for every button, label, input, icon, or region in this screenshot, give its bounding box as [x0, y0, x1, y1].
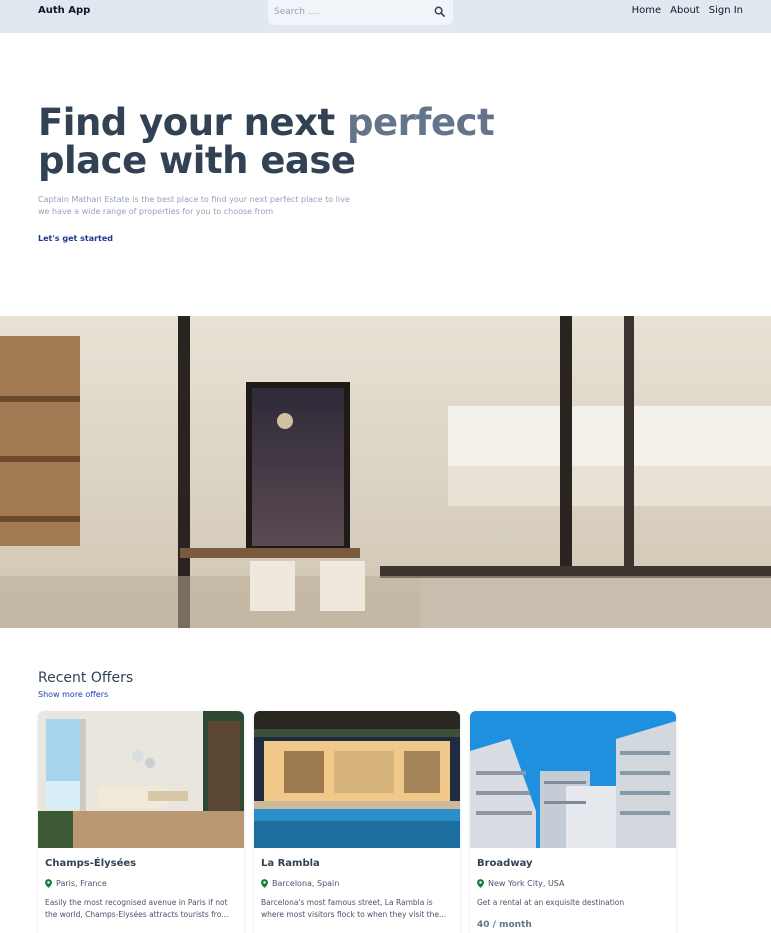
listing-description: Easily the most recognised avenue in Par… [45, 898, 229, 919]
buildings-photo [470, 711, 676, 848]
listing-location: Barcelona, Spain [261, 879, 339, 888]
listing-card[interactable]: La Rambla Barcelona, Spain Barcelona's m… [254, 711, 460, 933]
top-nav-bar: Auth App Home About Sign In [0, 0, 771, 33]
listing-location-text: Barcelona, Spain [272, 879, 340, 888]
listing-image[interactable] [38, 711, 244, 848]
hero-title-part2: place with ease [38, 139, 356, 182]
listing-name[interactable]: La Rambla [261, 858, 320, 869]
listing-name[interactable]: Champs-Élysées [45, 858, 136, 869]
search-icon[interactable] [434, 6, 445, 17]
listing-card[interactable]: Champs-Élysées Paris, France Easily the … [38, 711, 244, 933]
listing-location: New York City, USA [477, 879, 565, 888]
nav-links: Home About Sign In [632, 5, 743, 16]
app-logo[interactable]: Auth App [38, 5, 90, 16]
listing-location-text: Paris, France [56, 879, 107, 888]
hero-title: Find your next perfect place with ease [38, 101, 495, 182]
nav-about[interactable]: About [670, 5, 700, 16]
hero-subtitle: Captain Mathari Estate is the best place… [38, 194, 358, 218]
pool-house-photo [254, 711, 460, 848]
show-more-offers-link[interactable]: Show more offers [38, 690, 108, 699]
location-pin-icon [477, 879, 484, 888]
listing-description: Get a rental at an exquisite destination [477, 898, 625, 907]
hero-subtitle-line2: we have a wide range of properties for y… [38, 207, 274, 216]
hero-subtitle-line1: Captain Mathari Estate is the best place… [38, 195, 350, 204]
listing-image[interactable] [254, 711, 460, 848]
listing-card[interactable]: Broadway New York City, USA Get a rental… [470, 711, 676, 933]
search-box [268, 0, 453, 25]
location-pin-icon [45, 879, 52, 888]
listing-description: Barcelona's most famous street, La Rambl… [261, 898, 447, 919]
hero-title-accent: perfect [347, 101, 495, 144]
interior-photo [0, 316, 771, 628]
hero-title-part1: Find your next [38, 101, 348, 144]
nav-home[interactable]: Home [632, 5, 662, 16]
location-pin-icon [261, 879, 268, 888]
listing-price: 40 / month [477, 920, 532, 930]
living-room-photo [38, 711, 244, 848]
listing-image[interactable] [470, 711, 676, 848]
get-started-link[interactable]: Let's get started [38, 234, 113, 243]
listing-location-text: New York City, USA [488, 879, 565, 888]
search-input[interactable] [274, 5, 424, 19]
hero-banner-image [0, 316, 771, 628]
listing-location: Paris, France [45, 879, 107, 888]
recent-offers-heading: Recent Offers [38, 670, 134, 686]
nav-sign-in[interactable]: Sign In [709, 5, 743, 16]
listing-name[interactable]: Broadway [477, 858, 533, 869]
